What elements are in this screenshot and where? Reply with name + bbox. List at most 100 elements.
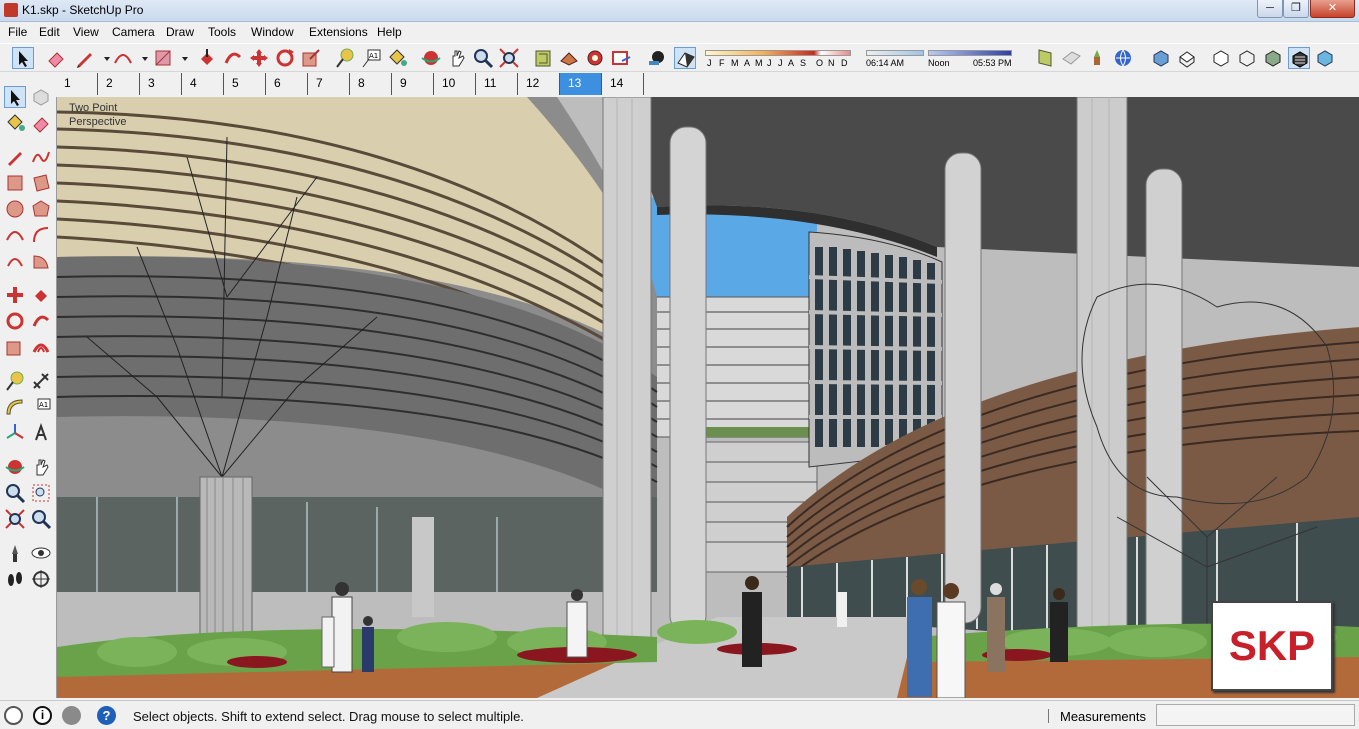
paint-bucket-tool-icon[interactable] [4, 112, 26, 134]
arc-tool-icon[interactable] [4, 224, 26, 246]
close-button[interactable]: ✕ [1310, 0, 1355, 18]
arc-dropdown-icon[interactable] [134, 47, 148, 69]
scene-tab[interactable]: 5 [224, 73, 266, 95]
move-tool-icon[interactable] [248, 47, 270, 69]
offset-tool-icon[interactable] [30, 336, 52, 358]
make-component-icon[interactable] [30, 86, 52, 108]
orbit-tool-icon[interactable] [4, 456, 26, 478]
menu-draw[interactable]: Draw [166, 25, 194, 39]
scene-tab-selected[interactable]: 13 [560, 73, 602, 95]
zoom-extents-tool-icon[interactable] [4, 508, 26, 530]
user-account-icon[interactable] [62, 706, 81, 725]
scene-tab[interactable]: 12 [518, 73, 560, 95]
wireframe-style-icon[interactable] [1236, 47, 1258, 69]
time-gradient-bar-morning[interactable] [866, 50, 924, 56]
menu-extensions[interactable]: Extensions [309, 25, 368, 39]
select-tool-icon[interactable] [4, 86, 26, 108]
sandbox-icon[interactable] [1086, 47, 1108, 69]
scale-tool-icon[interactable] [4, 336, 26, 358]
look-around-icon[interactable] [30, 542, 52, 564]
push-pull-tool-icon[interactable] [30, 284, 52, 306]
tape-measure-tool-icon[interactable] [334, 47, 356, 69]
scene-tab[interactable]: 11 [476, 73, 518, 95]
arc-tool-icon[interactable] [112, 47, 134, 69]
rotated-rectangle-tool-icon[interactable] [30, 172, 52, 194]
tape-measure-tool-icon[interactable] [4, 370, 26, 392]
help-question-icon[interactable]: ? [97, 706, 116, 725]
push-pull-tool-icon[interactable] [196, 47, 218, 69]
protractor-tool-icon[interactable] [4, 396, 26, 418]
layout-send-icon[interactable] [610, 47, 632, 69]
position-camera-icon[interactable] [4, 542, 26, 564]
move-tool-icon[interactable] [4, 284, 26, 306]
menu-file[interactable]: File [8, 25, 27, 39]
sketchup-app-icon[interactable] [4, 3, 18, 17]
geo-location-status-icon[interactable] [4, 706, 23, 725]
pencil-tool-icon[interactable] [74, 47, 96, 69]
eraser-tool-icon[interactable] [30, 112, 52, 134]
shadows-toggle-icon[interactable] [646, 47, 668, 69]
select-tool-icon[interactable] [12, 47, 34, 69]
pie-tool-icon[interactable] [30, 250, 52, 272]
scene-tab[interactable]: 2 [98, 73, 140, 95]
xray-style-icon[interactable] [1210, 47, 1232, 69]
scene-tab[interactable]: 8 [350, 73, 392, 95]
follow-me-tool-icon[interactable] [222, 47, 244, 69]
pencil-dropdown-icon[interactable] [96, 47, 110, 69]
menu-view[interactable]: View [73, 25, 99, 39]
monochrome-style-icon[interactable] [1314, 47, 1336, 69]
share-model-icon[interactable] [558, 47, 580, 69]
top-view-icon[interactable] [1176, 47, 1198, 69]
scene-tab[interactable]: 4 [182, 73, 224, 95]
three-point-arc-tool-icon[interactable] [4, 250, 26, 272]
minimize-button[interactable]: ─ [1257, 0, 1283, 18]
pan-tool-icon[interactable] [446, 47, 468, 69]
menu-tools[interactable]: Tools [208, 25, 236, 39]
rotate-tool-icon[interactable] [274, 47, 296, 69]
follow-me-tool-icon[interactable] [30, 310, 52, 332]
section-plane-tool-icon[interactable] [30, 568, 52, 590]
two-point-arc-tool-icon[interactable] [30, 224, 52, 246]
scene-tab[interactable]: 14 [602, 73, 644, 95]
zoom-extents-tool-icon[interactable] [498, 47, 520, 69]
shadow-time-slider[interactable]: 06:14 AM Noon 05:53 PM [866, 47, 1016, 69]
previous-view-icon[interactable] [30, 508, 52, 530]
warehouse-icon[interactable] [532, 47, 554, 69]
scene-tab[interactable]: 10 [434, 73, 476, 95]
credits-info-icon[interactable]: i [33, 706, 52, 725]
measurements-input[interactable] [1156, 704, 1355, 726]
freehand-tool-icon[interactable] [30, 146, 52, 168]
text-tool-icon[interactable]: A1 [360, 47, 382, 69]
section-plane-icon[interactable] [1034, 47, 1056, 69]
3d-text-tool-icon[interactable] [30, 422, 52, 444]
zoom-tool-icon[interactable] [4, 482, 26, 504]
scale-tool-icon[interactable] [300, 47, 322, 69]
shadow-settings-icon[interactable] [674, 47, 696, 69]
display-section-planes-icon[interactable] [1060, 47, 1082, 69]
scene-tab[interactable]: 3 [140, 73, 182, 95]
rectangle-dropdown-icon[interactable] [174, 47, 188, 69]
month-gradient-bar[interactable] [705, 50, 851, 56]
zoom-tool-icon[interactable] [472, 47, 494, 69]
rectangle-tool-icon[interactable] [4, 172, 26, 194]
geo-location-icon[interactable] [1112, 47, 1134, 69]
menu-window[interactable]: Window [251, 25, 294, 39]
model-viewport[interactable]: Two Point Perspective [56, 97, 1359, 698]
shaded-style-icon[interactable] [1262, 47, 1284, 69]
dimension-tool-icon[interactable] [30, 370, 52, 392]
pan-tool-icon[interactable] [30, 456, 52, 478]
paint-bucket-tool-icon[interactable] [386, 47, 408, 69]
scene-tab[interactable]: 6 [266, 73, 308, 95]
menu-edit[interactable]: Edit [39, 25, 60, 39]
textured-style-icon[interactable] [1288, 47, 1310, 69]
rotate-tool-icon[interactable] [4, 310, 26, 332]
iso-view-icon[interactable] [1150, 47, 1172, 69]
axes-tool-icon[interactable] [4, 422, 26, 444]
scene-tab[interactable]: 7 [308, 73, 350, 95]
line-tool-icon[interactable] [4, 146, 26, 168]
eraser-tool-icon[interactable] [45, 47, 67, 69]
walk-icon[interactable] [4, 568, 26, 590]
text-tool-icon[interactable]: A1 [30, 396, 52, 418]
scene-tab[interactable]: 9 [392, 73, 434, 95]
extension-warehouse-icon[interactable] [584, 47, 606, 69]
